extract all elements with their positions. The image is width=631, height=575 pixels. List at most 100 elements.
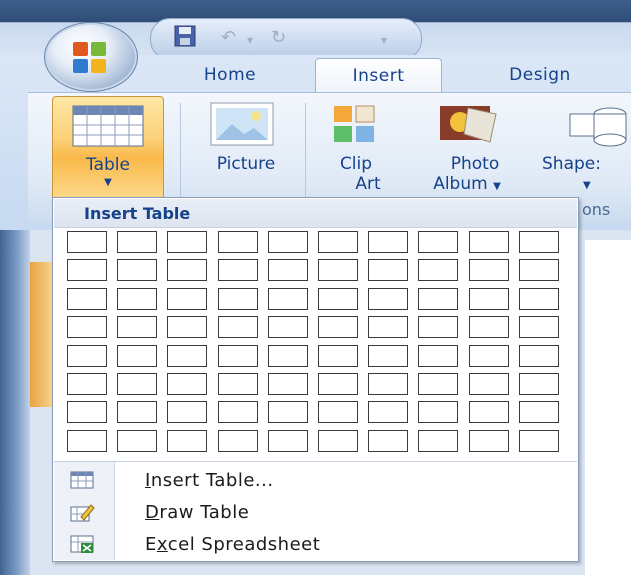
table-button[interactable]: Table ▼ — [52, 96, 164, 200]
table-grid-cell[interactable] — [267, 429, 308, 452]
table-grid-cell[interactable] — [217, 316, 258, 339]
table-grid-cell[interactable] — [518, 259, 559, 282]
table-grid-cell[interactable] — [167, 316, 208, 339]
table-grid-cell[interactable] — [217, 401, 258, 424]
table-grid-cell[interactable] — [117, 401, 158, 424]
table-grid-cell[interactable] — [418, 231, 459, 253]
table-grid-cell[interactable] — [318, 231, 358, 253]
table-grid-cell[interactable] — [468, 287, 509, 310]
table-grid-cell[interactable] — [117, 316, 158, 339]
undo-dropdown-icon[interactable]: ▾ — [247, 33, 253, 47]
table-grid-cell[interactable] — [267, 373, 308, 395]
table-grid-cell[interactable] — [167, 287, 208, 310]
table-grid-cell[interactable] — [167, 231, 208, 253]
customize-qat-icon[interactable]: ▾ — [381, 33, 387, 47]
table-grid-cell[interactable] — [468, 259, 509, 282]
table-grid-cell[interactable] — [518, 231, 559, 253]
table-grid-cell[interactable] — [217, 344, 258, 367]
table-grid-cell[interactable] — [117, 259, 158, 282]
table-grid-cell[interactable] — [67, 429, 107, 452]
table-grid-cell[interactable] — [468, 401, 509, 424]
table-grid-cell[interactable] — [368, 373, 409, 395]
table-grid-cell[interactable] — [267, 401, 308, 424]
clip-art-button[interactable]: Clip Art — [318, 100, 394, 195]
table-grid-cell[interactable] — [318, 429, 358, 452]
tab-home[interactable]: Home — [180, 58, 280, 92]
table-grid-cell[interactable] — [267, 259, 308, 282]
table-grid-cell[interactable] — [117, 287, 158, 310]
table-grid-cell[interactable] — [267, 344, 308, 367]
save-icon[interactable] — [173, 24, 197, 53]
table-grid-cell[interactable] — [217, 231, 258, 253]
redo-icon[interactable]: ↻ — [271, 27, 286, 48]
menu-item-excel-spreadsheet[interactable]: Excel Spreadsheet — [55, 528, 576, 560]
table-grid-cell[interactable] — [518, 373, 559, 395]
table-grid-cell[interactable] — [518, 429, 559, 452]
menu-item-draw-table[interactable]: Draw Table — [55, 496, 576, 528]
table-grid-cell[interactable] — [217, 373, 258, 395]
table-grid-cell[interactable] — [468, 344, 509, 367]
table-grid-cell[interactable] — [67, 373, 107, 395]
table-grid-cell[interactable] — [518, 287, 559, 310]
table-grid-cell[interactable] — [368, 287, 409, 310]
table-grid-cell[interactable] — [267, 231, 308, 253]
table-grid-cell[interactable] — [267, 287, 308, 310]
table-grid-cell[interactable] — [368, 316, 409, 339]
table-grid-cell[interactable] — [217, 429, 258, 452]
table-grid-cell[interactable] — [167, 344, 208, 367]
photo-album-button[interactable]: Photo Album ▼ — [412, 100, 522, 195]
table-grid-cell[interactable] — [67, 231, 107, 253]
table-grid-cell[interactable] — [468, 429, 509, 452]
table-grid-cell[interactable] — [117, 344, 158, 367]
table-grid-cell[interactable] — [518, 316, 559, 339]
shapes-button[interactable]: Shape: ▼ — [540, 100, 631, 195]
table-grid-cell[interactable] — [67, 344, 107, 367]
table-grid-cell[interactable] — [318, 401, 358, 424]
table-grid-cell[interactable] — [318, 259, 358, 282]
tab-insert[interactable]: Insert — [315, 58, 442, 93]
table-grid-cell[interactable] — [518, 401, 559, 424]
table-grid-cell[interactable] — [368, 429, 409, 452]
table-grid-cell[interactable] — [318, 287, 358, 310]
table-grid-cell[interactable] — [167, 259, 208, 282]
table-grid-cell[interactable] — [117, 429, 158, 452]
table-grid-cell[interactable] — [418, 287, 459, 310]
table-grid-cell[interactable] — [368, 231, 409, 253]
table-grid-cell[interactable] — [167, 401, 208, 424]
undo-icon[interactable]: ↶ — [221, 27, 236, 48]
table-grid-cell[interactable] — [368, 344, 409, 367]
table-grid-cell[interactable] — [518, 344, 559, 367]
table-grid-cell[interactable] — [368, 259, 409, 282]
table-grid-cell[interactable] — [418, 429, 459, 452]
tab-design[interactable]: Design — [480, 58, 600, 92]
table-grid-cell[interactable] — [418, 373, 459, 395]
table-grid-cell[interactable] — [217, 287, 258, 310]
menu-item-insert-table[interactable]: Insert Table... — [55, 464, 576, 496]
table-grid-cell[interactable] — [67, 259, 107, 282]
office-logo-icon — [73, 42, 106, 73]
table-grid-icon — [70, 471, 94, 489]
table-grid-cell[interactable] — [318, 344, 358, 367]
table-grid-cell[interactable] — [418, 259, 459, 282]
table-grid-cell[interactable] — [67, 401, 107, 424]
office-button[interactable] — [44, 22, 138, 92]
table-grid-cell[interactable] — [117, 231, 158, 253]
table-grid-cell[interactable] — [167, 373, 208, 395]
table-grid-cell[interactable] — [67, 287, 107, 310]
table-grid-cell[interactable] — [468, 316, 509, 339]
table-grid-cell[interactable] — [318, 373, 358, 395]
table-grid-cell[interactable] — [468, 373, 509, 395]
table-grid-cell[interactable] — [468, 231, 509, 253]
table-grid-cell[interactable] — [117, 373, 158, 395]
picture-button[interactable]: Picture — [196, 100, 296, 195]
table-grid-cell[interactable] — [368, 401, 409, 424]
table-grid-cell[interactable] — [418, 344, 459, 367]
table-grid-cell[interactable] — [217, 259, 258, 282]
table-grid-cell[interactable] — [418, 316, 459, 339]
table-grid-cell[interactable] — [318, 316, 358, 339]
table-grid-cell[interactable] — [418, 401, 459, 424]
photo-album-icon — [440, 106, 497, 143]
table-grid-cell[interactable] — [167, 429, 208, 452]
table-grid-cell[interactable] — [67, 316, 107, 339]
table-grid-cell[interactable] — [267, 316, 308, 339]
